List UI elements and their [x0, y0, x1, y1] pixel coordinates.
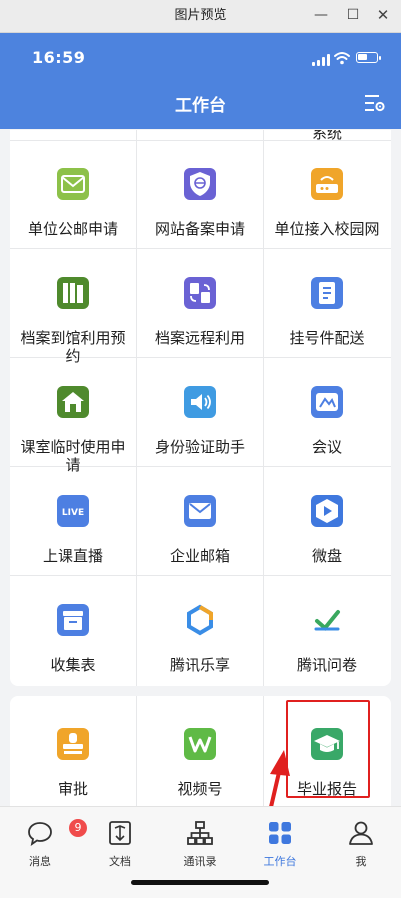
live-icon: LIVE	[57, 495, 89, 527]
app-item[interactable]: 身份验证助手	[137, 358, 263, 466]
battery-icon	[356, 52, 381, 63]
app-item[interactable]: 审批	[10, 700, 136, 808]
app-item-label: 身份验证助手	[154, 438, 245, 456]
org-chart-icon	[187, 821, 213, 845]
video-channel-icon	[184, 728, 216, 760]
app-item-label: 单位接入校园网	[274, 220, 380, 238]
tab-workbench[interactable]: 工作台	[240, 815, 320, 869]
app-item[interactable]: 挂号件配送	[264, 249, 390, 357]
archive-files-icon	[57, 277, 89, 309]
mail-envelope-icon	[57, 168, 89, 200]
app-item-label: 企业邮箱	[169, 547, 230, 565]
tab-label: 通讯录	[183, 855, 217, 868]
workbench-grid-icon	[269, 822, 291, 844]
tab-label: 文档	[109, 855, 131, 868]
close-button[interactable]: ✕	[366, 0, 400, 32]
questionnaire-icon	[311, 604, 343, 636]
app-item[interactable]: 课室临时使用申请	[10, 358, 136, 474]
app-item[interactable]: 收集表	[10, 576, 136, 684]
app-item[interactable]: 档案到馆利用预约	[10, 249, 136, 365]
app-item[interactable]: 网站备案申请	[137, 140, 263, 248]
document-list-icon	[311, 277, 343, 309]
app-item-label: 单位公邮申请	[27, 220, 118, 238]
app-item-label: 审批	[57, 780, 88, 798]
meeting-icon	[311, 386, 343, 418]
app-item[interactable]: LIVE 上课直播	[10, 467, 136, 575]
tab-label: 工作台	[263, 855, 297, 868]
wifi-icon	[334, 52, 350, 65]
app-item-label: 挂号件配送	[289, 329, 365, 347]
tab-label: 消息	[29, 855, 51, 868]
app-item-label: 会议	[311, 438, 342, 456]
app-item[interactable]: 微盘	[264, 467, 390, 575]
app-item[interactable]: 视频号	[137, 700, 263, 808]
app-item[interactable]: 单位公邮申请	[10, 140, 136, 248]
speaker-icon	[184, 386, 216, 418]
lexiang-icon	[184, 604, 216, 636]
person-icon	[349, 821, 373, 845]
tab-me[interactable]: 我	[321, 815, 401, 869]
cloud-drive-icon	[311, 495, 343, 527]
app-item-label: 收集表	[50, 656, 96, 674]
app-item-label: 视频号	[177, 780, 223, 798]
app-header: 16:59 工作台	[0, 33, 401, 129]
shield-globe-icon	[184, 168, 216, 200]
collect-form-icon	[57, 604, 89, 636]
app-item-label: 上课直播	[42, 547, 103, 565]
app-item[interactable]: 会议	[264, 358, 390, 466]
app-item-label: 微盘	[311, 547, 342, 565]
tab-documents[interactable]: 文档	[80, 815, 160, 869]
tab-messages[interactable]: 9 消息	[0, 815, 87, 869]
settings-list-icon[interactable]	[364, 93, 386, 113]
stamp-icon	[57, 728, 89, 760]
home-indicator	[131, 880, 269, 885]
app-item-label: 网站备案申请	[154, 220, 245, 238]
app-item[interactable]: 腾讯乐享	[137, 576, 263, 684]
page-title: 工作台	[175, 96, 226, 116]
window-title-bar: 图片预览 — ☐ ✕	[0, 0, 401, 33]
app-item[interactable]: 档案远程利用	[137, 249, 263, 357]
app-item[interactable]: 企业邮箱	[137, 467, 263, 575]
tab-label: 我	[355, 855, 367, 868]
app-item-label: 腾讯问卷	[296, 656, 357, 674]
app-item-label: 档案远程利用	[154, 329, 245, 347]
mailbox-icon	[184, 495, 216, 527]
app-item[interactable]: 单位接入校园网	[264, 140, 390, 248]
tab-contacts[interactable]: 通讯录	[160, 815, 240, 869]
app-grid-card: 系统 单位公邮申请 网站备案申请 单位接入校园网 档案到馆利用预约 档案远程利用 挂号件配…	[10, 130, 391, 686]
app-item-label: 腾讯乐享	[169, 656, 230, 674]
classroom-icon	[57, 386, 89, 418]
message-bubble-icon	[28, 822, 52, 847]
app-item[interactable]: 腾讯问卷	[264, 576, 390, 684]
minimize-button[interactable]: —	[304, 0, 338, 32]
status-time: 16:59	[32, 48, 86, 67]
remote-docs-icon	[184, 277, 216, 309]
router-icon	[311, 168, 343, 200]
signal-icon	[312, 54, 330, 66]
document-icon	[109, 821, 131, 845]
maximize-button[interactable]: ☐	[336, 0, 370, 32]
svg-text:LIVE: LIVE	[62, 508, 84, 518]
